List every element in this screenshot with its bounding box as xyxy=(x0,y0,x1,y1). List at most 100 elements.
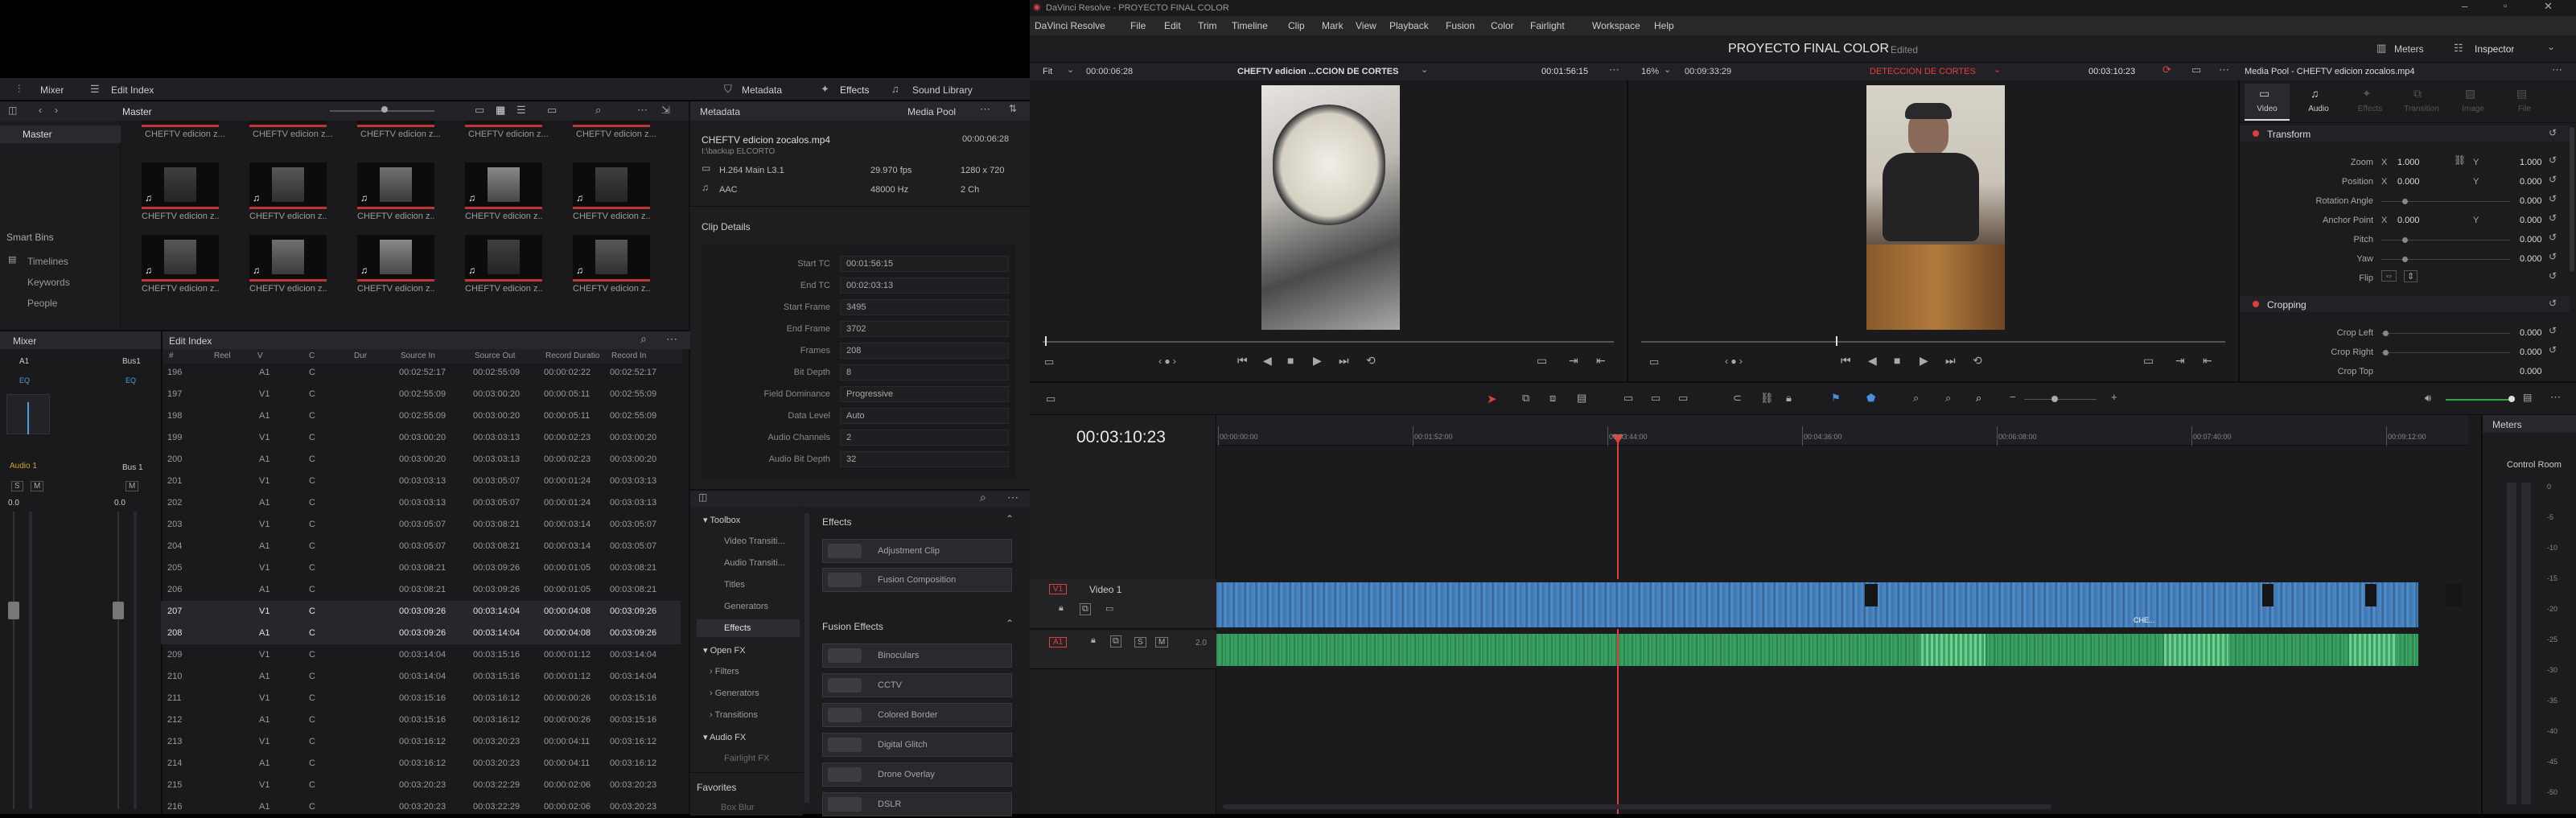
reset-icon[interactable]: ↺ xyxy=(2549,174,2557,185)
table-row[interactable]: 216 A1 C 00:03:20:23 00:03:22:29 00:00:02:06 0… xyxy=(161,796,681,818)
fusion-effect-item[interactable]: CCTV xyxy=(822,673,1012,697)
stop-icon[interactable]: ■ xyxy=(1287,354,1294,367)
jog-icon[interactable]: ‹ ● › xyxy=(1158,356,1176,367)
mixer-button[interactable]: Mixer xyxy=(40,84,64,96)
reset-icon[interactable]: ↺ xyxy=(2549,325,2557,336)
table-row[interactable]: 205 V1 C 00:03:08:21 00:03:09:26 00:00:01:05 0… xyxy=(161,557,681,579)
search-icon[interactable]: ⌕ xyxy=(980,491,986,504)
trim-tool-icon[interactable]: ⧉ xyxy=(1522,392,1529,405)
mark-in-icon[interactable]: ⇥ xyxy=(2175,354,2185,368)
menu-item-color[interactable]: Color xyxy=(1491,20,1514,31)
marker-icon[interactable]: ⬟ xyxy=(1866,392,1875,405)
reset-icon[interactable]: ↺ xyxy=(2549,154,2557,166)
effects-tree-item[interactable]: ▾ Open FX xyxy=(703,645,746,656)
more-options-icon[interactable]: ⋯ xyxy=(2552,64,2562,76)
effects-tree-item[interactable]: Titles xyxy=(724,580,745,590)
flag-icon[interactable]: ⚑ xyxy=(1831,392,1841,405)
timeline-zoom-slider[interactable] xyxy=(2024,399,2097,400)
play-icon[interactable]: ▶ xyxy=(1313,354,1322,368)
menu-item-clip[interactable]: Clip xyxy=(1288,20,1305,31)
volume-knob[interactable] xyxy=(2508,396,2515,402)
table-row[interactable]: 198 A1 C 00:02:55:09 00:03:00:20 00:00:05:11 0… xyxy=(161,405,681,427)
reset-icon[interactable]: ↺ xyxy=(2549,344,2557,356)
overwrite-clip-icon[interactable]: ▭ xyxy=(1651,392,1660,405)
yaw-knob[interactable] xyxy=(2402,257,2408,262)
column-header[interactable]: Source Out xyxy=(475,351,516,360)
sound-library-button[interactable]: Sound Library xyxy=(912,84,973,96)
replace-clip-icon[interactable]: ▭ xyxy=(1678,392,1688,405)
more-options-icon[interactable]: ⋯ xyxy=(637,104,648,117)
table-row[interactable]: 200 A1 C 00:03:00:20 00:03:03:13 00:00:02:23 0… xyxy=(161,449,681,471)
menu-item-fairlight[interactable]: Fairlight xyxy=(1530,20,1565,31)
tab-transition-icon[interactable]: ⧉ xyxy=(2413,87,2422,101)
insert-clip-icon[interactable]: ▭ xyxy=(1623,392,1633,405)
table-row[interactable]: 196 A1 C 00:02:52:17 00:02:55:09 00:00:02:22 0… xyxy=(161,362,681,384)
effects-button[interactable]: Effects xyxy=(840,84,869,96)
tab-effects-icon[interactable]: ✦ xyxy=(2362,87,2372,101)
audio-meter-icon[interactable]: ▤ xyxy=(2523,392,2532,403)
rotation-knob[interactable] xyxy=(2402,199,2408,204)
more-options-icon[interactable]: ⋯ xyxy=(980,103,990,116)
maximize-icon[interactable]: ▫ xyxy=(2504,0,2507,11)
flip-vertical-icon[interactable]: ⇕ xyxy=(2404,270,2418,282)
tab-effects[interactable]: Effects xyxy=(2352,105,2388,113)
tab-video-icon[interactable]: ▭ xyxy=(2259,87,2269,101)
edit-index-icon[interactable]: ☰ xyxy=(90,83,100,96)
audio-clip-strip[interactable] xyxy=(1216,634,2418,666)
effect-item[interactable]: Adjustment Clip xyxy=(822,539,1012,563)
crop-right-slider[interactable] xyxy=(2381,352,2510,353)
column-header[interactable]: Dur xyxy=(354,351,367,360)
menu-item-fusion[interactable]: Fusion xyxy=(1446,20,1475,31)
track-mute-button[interactable]: M xyxy=(1155,637,1169,647)
loop-icon[interactable]: ⟲ xyxy=(1366,354,1376,368)
stop-icon[interactable]: ■ xyxy=(1894,354,1900,367)
loop-icon[interactable]: ⟲ xyxy=(1973,354,1982,368)
table-row[interactable]: 207 V1 C 00:03:09:26 00:03:14:04 00:00:04:08 0… xyxy=(161,601,681,623)
inspector-scrollbar[interactable] xyxy=(2570,127,2574,272)
reset-icon[interactable]: ↺ xyxy=(2549,298,2557,309)
reset-icon[interactable]: ↺ xyxy=(2549,212,2557,224)
more-options-icon[interactable]: ⋯ xyxy=(2550,391,2561,404)
column-header[interactable]: C xyxy=(309,351,315,360)
menu-item-workspace[interactable]: Workspace xyxy=(1592,20,1640,31)
fusion-effect-item[interactable]: Binoculars xyxy=(822,643,1012,668)
chevron-up-icon[interactable]: ⌃ xyxy=(1006,618,1014,629)
fusion-effect-item[interactable]: Digital Glitch xyxy=(822,733,1012,757)
metadata-button[interactable]: Metadata xyxy=(742,84,782,96)
chevron-down-icon[interactable]: ⌄ xyxy=(1994,64,2001,75)
effects-tree-item[interactable]: Video Transiti... xyxy=(724,536,785,546)
yaw-field[interactable]: 0.000 xyxy=(2520,254,2542,264)
list-view-icon[interactable]: ☰ xyxy=(516,104,526,117)
position-y-field[interactable]: 0.000 xyxy=(2520,177,2542,187)
link-icon[interactable]: ⛓ xyxy=(2454,154,2466,166)
search-icon[interactable]: ⌕ xyxy=(595,104,601,117)
source-viewer-options-icon[interactable]: ▭ xyxy=(1044,356,1054,368)
tab-file[interactable]: File xyxy=(2507,105,2542,113)
time-ruler[interactable] xyxy=(1216,415,2468,446)
effects-tree-item[interactable]: › Transitions xyxy=(710,710,758,720)
track-v1-id[interactable]: V1 xyxy=(1049,584,1068,594)
tab-audio[interactable]: Audio xyxy=(2301,105,2336,113)
chevron-down-icon[interactable]: ⌄ xyxy=(2547,41,2555,52)
track-lock-icon[interactable]: 🔒︎ xyxy=(1059,603,1064,614)
thumb-partial-5[interactable] xyxy=(573,121,650,127)
source-clip-name[interactable]: CHEFTV edicion ...CCIÓN DE CORTES xyxy=(1237,67,1398,76)
match-frame-icon[interactable]: ▭ xyxy=(1537,354,1547,368)
viewer-mode-icon[interactable]: ▭ xyxy=(2191,64,2201,76)
solo-button[interactable]: S xyxy=(11,481,23,491)
menu-item-timeline[interactable]: Timeline xyxy=(1232,20,1268,31)
table-row[interactable]: 208 A1 C 00:03:09:26 00:03:14:04 00:00:04:08 0… xyxy=(161,623,681,644)
table-row[interactable]: 197 V1 C 00:02:55:09 00:03:00:20 00:00:05:11 0… xyxy=(161,384,681,405)
menu-item-file[interactable]: File xyxy=(1130,20,1146,31)
back-icon[interactable]: ‹ xyxy=(39,105,42,116)
panel-toggle-icon[interactable]: ◫ xyxy=(8,105,17,116)
more-options-icon[interactable]: ⋯ xyxy=(2219,64,2229,76)
zoom-out-icon[interactable]: − xyxy=(2010,391,2016,403)
smart-bin-timelines[interactable]: Timelines xyxy=(27,256,68,267)
meters-button[interactable]: Meters xyxy=(2394,43,2424,55)
close-icon[interactable]: ✕ xyxy=(2544,0,2553,13)
timeline-view-icon[interactable]: ▭ xyxy=(1046,393,1056,405)
match-frame-icon[interactable]: ▭ xyxy=(2143,354,2154,368)
smart-bin-keywords[interactable]: Keywords xyxy=(27,277,70,288)
snapping-icon[interactable]: ⊂ xyxy=(1733,392,1742,405)
